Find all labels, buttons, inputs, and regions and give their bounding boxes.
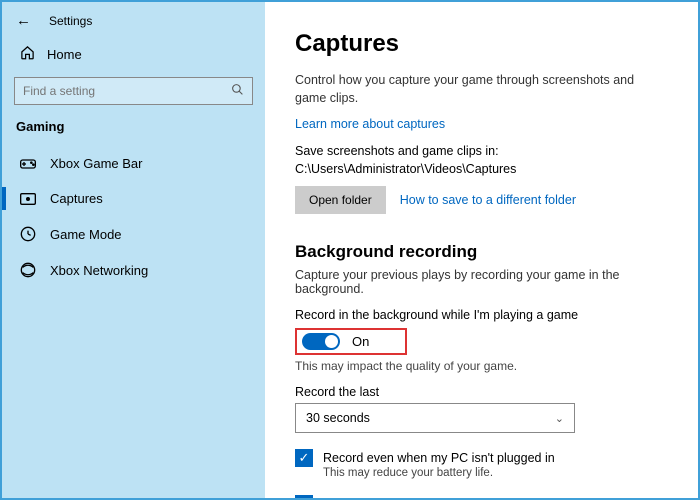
gamemode-icon (20, 226, 36, 242)
check-plugged-row: ✓ Record even when my PC isn't plugged i… (295, 449, 676, 467)
nav-label: Xbox Networking (50, 263, 148, 278)
home-label: Home (47, 47, 82, 62)
save-path-text: Save screenshots and game clips in: C:\U… (295, 143, 675, 178)
check-wireless-row: ✓ Record while wirelessly projecting my … (295, 495, 676, 498)
bg-toggle-state: On (352, 334, 369, 349)
home-icon (20, 45, 35, 63)
main-content: Captures Control how you capture your ga… (265, 2, 698, 498)
sidebar-item-captures[interactable]: Captures (2, 181, 265, 216)
nav-label: Captures (50, 191, 103, 206)
settings-window: ← Settings Home Gaming Xbox Game Bar (0, 0, 700, 500)
open-folder-button[interactable]: Open folder (295, 186, 386, 214)
bg-toggle-label: Record in the background while I'm playi… (295, 308, 676, 322)
check-wireless-projecting[interactable]: ✓ (295, 495, 313, 498)
search-input[interactable] (14, 77, 253, 105)
learn-more-link[interactable]: Learn more about captures (295, 117, 676, 131)
check-plugged-label: Record even when my PC isn't plugged in (323, 451, 555, 465)
check-plugged-hint: This may reduce your battery life. (323, 467, 676, 479)
gamebar-icon (20, 158, 36, 170)
app-title: Settings (49, 14, 92, 28)
sidebar-item-xbox-networking[interactable]: Xbox Networking (2, 252, 265, 288)
bg-toggle-hint: This may impact the quality of your game… (295, 359, 676, 373)
check-wireless-label: Record while wirelessly projecting my sc… (323, 497, 572, 498)
sidebar: ← Settings Home Gaming Xbox Game Bar (2, 2, 265, 498)
bg-recording-subtitle: Capture your previous plays by recording… (295, 268, 676, 296)
sidebar-header: ← Settings (2, 2, 265, 37)
check-plugged-in[interactable]: ✓ (295, 449, 313, 467)
bg-record-toggle[interactable] (302, 333, 340, 350)
nav-label: Xbox Game Bar (50, 156, 143, 171)
bg-recording-heading: Background recording (295, 242, 676, 262)
search-icon (231, 83, 244, 99)
record-last-select[interactable]: 30 seconds ⌄ (295, 403, 575, 433)
nav-label: Game Mode (50, 227, 122, 242)
sidebar-item-home[interactable]: Home (2, 37, 265, 71)
sidebar-item-game-mode[interactable]: Game Mode (2, 216, 265, 252)
section-label: Gaming (2, 115, 265, 146)
back-arrow-icon[interactable]: ← (16, 12, 31, 29)
captures-icon (20, 193, 36, 205)
search-field[interactable] (23, 84, 231, 98)
search-wrap (14, 77, 253, 105)
page-description: Control how you capture your game throug… (295, 72, 655, 107)
different-folder-link[interactable]: How to save to a different folder (400, 193, 576, 207)
record-last-value: 30 seconds (306, 411, 370, 425)
record-last-label: Record the last (295, 385, 676, 399)
sidebar-item-xbox-game-bar[interactable]: Xbox Game Bar (2, 146, 265, 181)
chevron-down-icon: ⌄ (555, 412, 564, 425)
bg-toggle-highlight: On (295, 328, 407, 355)
folder-actions: Open folder How to save to a different f… (295, 186, 676, 214)
networking-icon (20, 262, 36, 278)
page-title: Captures (295, 30, 676, 58)
